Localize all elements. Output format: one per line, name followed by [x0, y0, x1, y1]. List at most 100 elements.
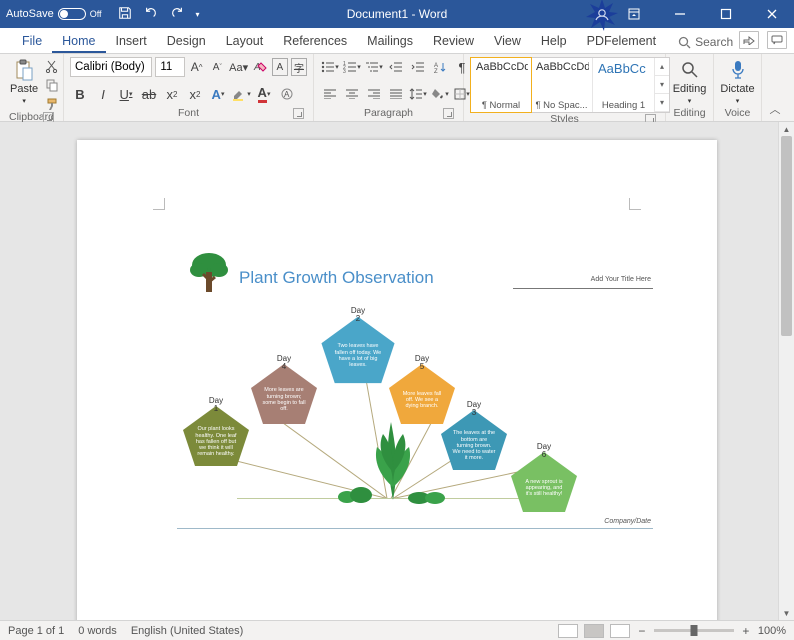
- undo-button[interactable]: [144, 6, 158, 23]
- tab-insert[interactable]: Insert: [106, 30, 157, 53]
- tab-review[interactable]: Review: [423, 30, 484, 53]
- format-painter-button[interactable]: [45, 98, 59, 111]
- redo-button[interactable]: [170, 6, 184, 23]
- tab-design[interactable]: Design: [157, 30, 216, 53]
- character-shading-button[interactable]: A: [277, 84, 297, 104]
- align-left-button[interactable]: [320, 84, 340, 104]
- sort-button[interactable]: AZ: [430, 57, 450, 77]
- tab-layout[interactable]: Layout: [216, 30, 274, 53]
- font-color-button[interactable]: A▾: [254, 84, 274, 104]
- qat-dropdown[interactable]: ▾: [196, 10, 200, 19]
- underline-button[interactable]: U▾: [116, 84, 136, 104]
- comments-button[interactable]: [767, 31, 787, 49]
- group-styles: AaBbCcDd¶ Normal AaBbCcDd¶ No Spac... Aa…: [464, 54, 666, 121]
- style-normal[interactable]: AaBbCcDd¶ Normal: [470, 57, 532, 113]
- superscript-button[interactable]: x2: [185, 84, 205, 104]
- subtitle-placeholder: Add Your Title Here: [591, 276, 651, 283]
- align-center-button[interactable]: [342, 84, 362, 104]
- phonetic-guide-button[interactable]: A: [272, 58, 288, 76]
- node-day4[interactable]: Day 4 More leaves are turning brown; som…: [247, 358, 321, 432]
- numbering-button[interactable]: 123▾: [342, 57, 362, 77]
- scroll-down-icon[interactable]: ▼: [779, 606, 794, 620]
- company-placeholder: Company/Date: [604, 518, 651, 525]
- multilevel-list-button[interactable]: ▾: [364, 57, 384, 77]
- page-count[interactable]: Page 1 of 1: [8, 625, 64, 637]
- tab-mailings[interactable]: Mailings: [357, 30, 423, 53]
- italic-button[interactable]: I: [93, 84, 113, 104]
- shading-button[interactable]: ▾: [430, 84, 450, 104]
- strikethrough-button[interactable]: ab: [139, 84, 159, 104]
- highlight-button[interactable]: ▾: [231, 84, 251, 104]
- node-text: A new sprout is appearing, and it's stil…: [522, 479, 566, 498]
- ribbon-tabs: File Home Insert Design Layout Reference…: [0, 28, 794, 54]
- minimize-button[interactable]: [658, 0, 702, 28]
- scroll-thumb[interactable]: [781, 136, 792, 336]
- group-label: Font: [178, 107, 199, 119]
- vertical-scrollbar[interactable]: ▲ ▼: [778, 122, 794, 620]
- scroll-up-icon[interactable]: ▲: [779, 122, 794, 136]
- style-heading1[interactable]: AaBbCcHeading 1: [593, 58, 655, 112]
- dialog-launcher[interactable]: [443, 108, 454, 119]
- text-effects-button[interactable]: A▾: [208, 84, 228, 104]
- word-count[interactable]: 0 words: [78, 625, 117, 637]
- node-day-label: Day 2: [351, 307, 365, 323]
- line-spacing-button[interactable]: ▾: [408, 84, 428, 104]
- save-button[interactable]: [118, 6, 132, 23]
- tab-view[interactable]: View: [484, 30, 531, 53]
- dictate-button[interactable]: Dictate ▾: [716, 57, 758, 107]
- shrink-font-button[interactable]: Aˇ: [208, 57, 226, 77]
- language-status[interactable]: English (United States): [131, 625, 244, 637]
- zoom-slider[interactable]: [654, 629, 734, 632]
- zoom-in-button[interactable]: +: [740, 624, 752, 638]
- cut-button[interactable]: [45, 60, 59, 73]
- zoom-level[interactable]: 100%: [758, 625, 786, 637]
- divider: [513, 288, 653, 289]
- maximize-button[interactable]: [704, 0, 748, 28]
- group-clipboard: Paste ▾ Clipboard: [0, 54, 64, 121]
- node-day3[interactable]: Day 3 The leaves at the bottom are turni…: [437, 404, 511, 478]
- node-day6[interactable]: Day 6 A new sprout is appearing, and it'…: [507, 446, 581, 520]
- increase-indent-button[interactable]: [408, 57, 428, 77]
- subscript-button[interactable]: x2: [162, 84, 182, 104]
- bush-icon: [337, 485, 373, 508]
- share-button[interactable]: [739, 31, 759, 49]
- print-layout-button[interactable]: [584, 624, 604, 638]
- tab-references[interactable]: References: [273, 30, 357, 53]
- quick-access-toolbar: ▾: [108, 6, 210, 23]
- collapse-ribbon[interactable]: ︿: [762, 54, 788, 121]
- style-no-spacing[interactable]: AaBbCcDd¶ No Spac...: [531, 58, 593, 112]
- diagram-graphic[interactable]: Plant Growth Observation Add Your Title …: [137, 250, 657, 620]
- bold-button[interactable]: B: [70, 84, 90, 104]
- bullets-button[interactable]: ▾: [320, 57, 340, 77]
- grow-font-button[interactable]: A^: [188, 57, 206, 77]
- search-icon: [678, 36, 691, 49]
- justify-button[interactable]: [386, 84, 406, 104]
- tab-file[interactable]: File: [12, 30, 52, 53]
- change-case-button[interactable]: Aa▾: [229, 57, 248, 77]
- document-title: Document1 - Word: [347, 7, 447, 21]
- close-button[interactable]: [750, 0, 794, 28]
- editing-button[interactable]: Editing ▾: [669, 57, 711, 107]
- font-name-combo[interactable]: Calibri (Body): [70, 57, 152, 77]
- align-right-button[interactable]: [364, 84, 384, 104]
- font-size-combo[interactable]: 11: [155, 57, 184, 77]
- style-name: ¶ Normal: [474, 100, 528, 111]
- read-mode-button[interactable]: [558, 624, 578, 638]
- node-day1[interactable]: Day 1 Our plant looks healthy. One leaf …: [179, 400, 253, 474]
- autosave-toggle[interactable]: AutoSave Off: [0, 8, 108, 20]
- character-border-button[interactable]: 字: [291, 58, 307, 76]
- copy-button[interactable]: [45, 79, 59, 92]
- dialog-launcher[interactable]: [293, 108, 304, 119]
- zoom-out-button[interactable]: −: [636, 624, 648, 638]
- decrease-indent-button[interactable]: [386, 57, 406, 77]
- search-box[interactable]: Search: [672, 31, 739, 53]
- node-day-label: Day 1: [209, 397, 223, 413]
- page[interactable]: Plant Growth Observation Add Your Title …: [77, 140, 717, 620]
- paste-button[interactable]: Paste ▾: [6, 57, 42, 107]
- styles-gallery[interactable]: AaBbCcDd¶ Normal AaBbCcDd¶ No Spac... Aa…: [470, 57, 670, 113]
- tab-help[interactable]: Help: [531, 30, 577, 53]
- tab-pdfelement[interactable]: PDFelement: [577, 30, 666, 53]
- web-layout-button[interactable]: [610, 624, 630, 638]
- clear-formatting-button[interactable]: A: [251, 57, 269, 77]
- tab-home[interactable]: Home: [52, 30, 105, 53]
